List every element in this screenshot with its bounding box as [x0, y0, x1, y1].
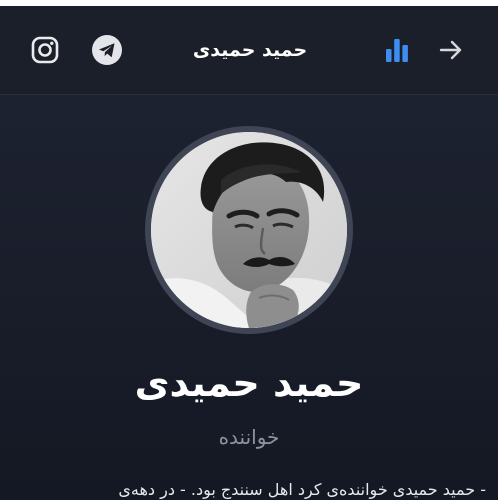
stats-button[interactable] — [380, 33, 414, 67]
portrait-image — [151, 132, 347, 328]
header-title: حمید حمیدی — [192, 39, 308, 61]
artist-name: حمید حمیدی — [134, 361, 364, 405]
arrow-right-icon — [439, 40, 462, 60]
telegram-button[interactable] — [90, 33, 124, 67]
artist-bio: - حمید حمیدی خواننده‌ی کرد اهل سنندج بود… — [118, 480, 486, 499]
instagram-icon — [31, 36, 59, 64]
bar-chart-icon — [386, 39, 408, 62]
top-bar: حمید حمیدی — [0, 6, 498, 95]
artist-avatar — [151, 132, 347, 328]
artist-profile-page: حمید حمیدی حمید حمیدی خواننده - حمید حمی… — [0, 0, 498, 500]
artist-role: خواننده — [218, 425, 280, 449]
telegram-icon — [92, 35, 122, 65]
back-button[interactable] — [434, 33, 468, 67]
screen: حمید حمیدی حمید حمیدی خواننده - حمید حمی… — [0, 0, 500, 500]
instagram-button[interactable] — [28, 33, 62, 67]
